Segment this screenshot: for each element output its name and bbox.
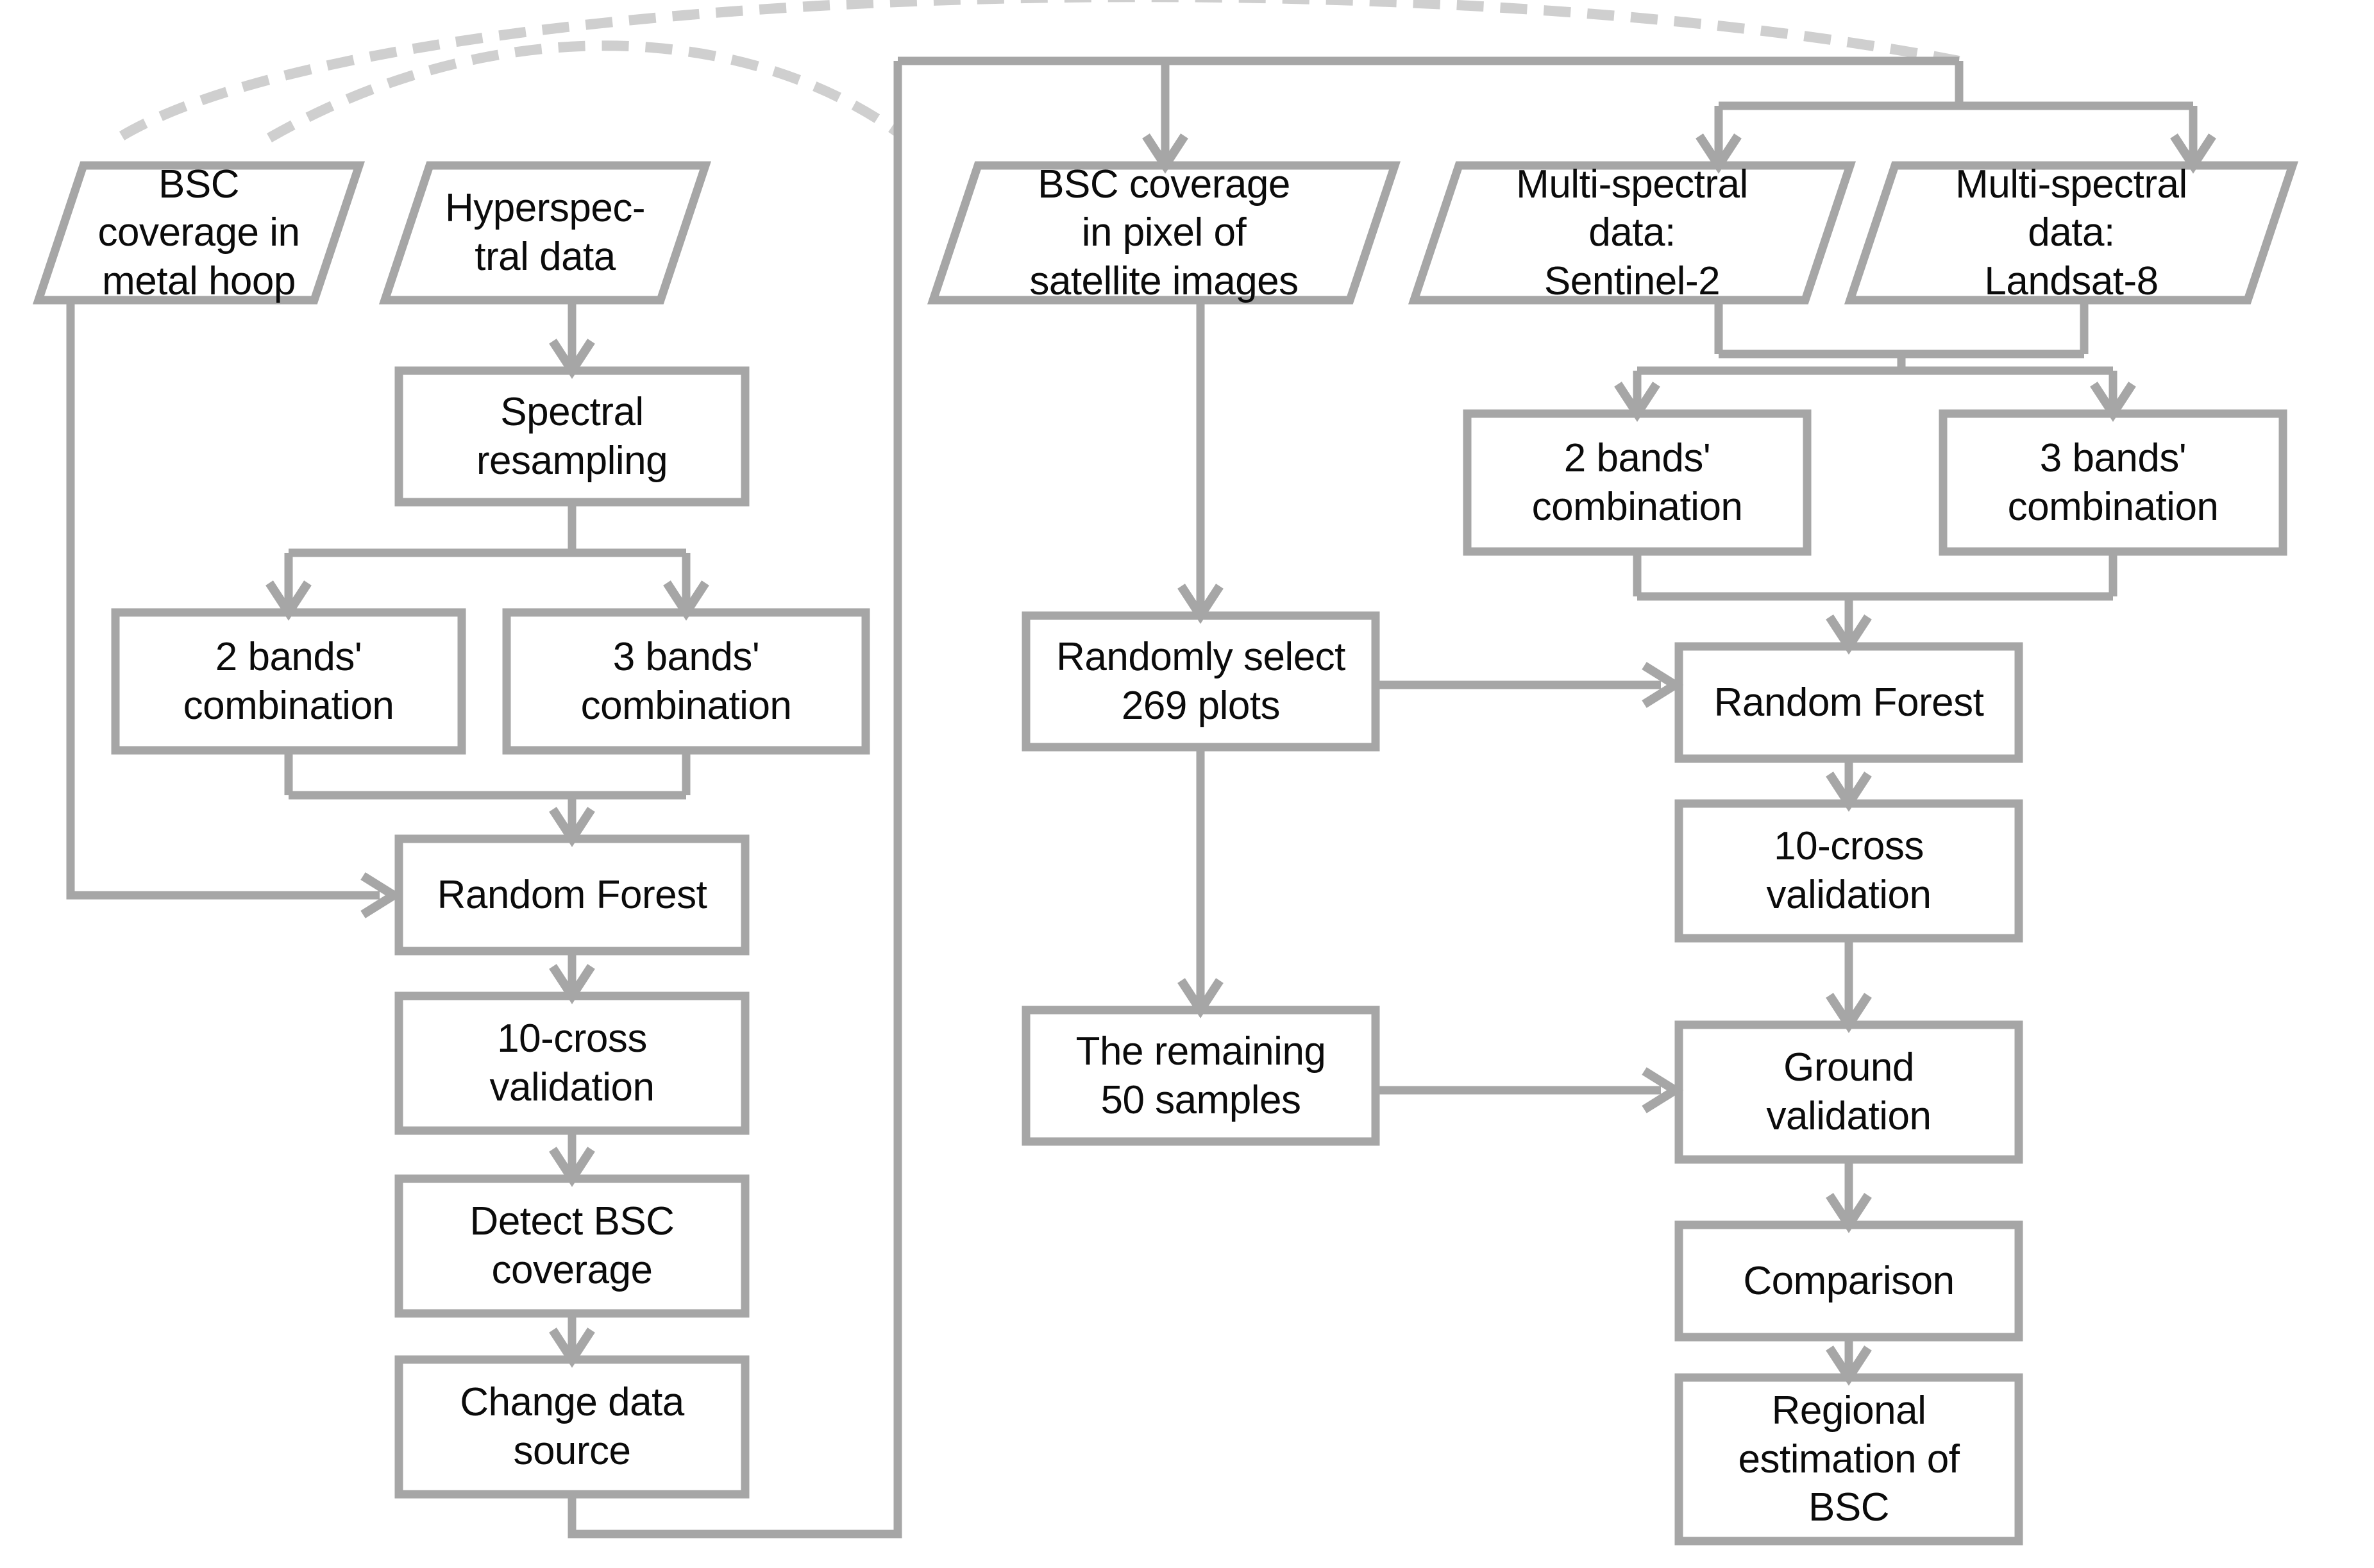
node-three-bands-left xyxy=(502,608,870,755)
node-landsat-8-data xyxy=(1844,161,2299,305)
node-change-data-source xyxy=(394,1355,750,1499)
node-hyperspectral-data xyxy=(378,161,712,305)
node-three-bands-right xyxy=(1939,409,2287,556)
edge-dashed-arc-outer xyxy=(119,0,1960,140)
node-remaining-samples xyxy=(1022,1006,1380,1146)
node-two-bands-right xyxy=(1463,409,1812,556)
node-bsc-metal-hoop xyxy=(32,161,366,305)
node-cross-validation-left xyxy=(394,991,750,1135)
node-random-forest-left xyxy=(394,834,750,956)
flowchart-canvas: BSC coverage in metal hoop Hyperspec- tra… xyxy=(0,0,2374,1568)
node-sentinel-2-data xyxy=(1408,161,1856,305)
node-spectral-resampling xyxy=(394,366,750,507)
node-randomly-select-plots xyxy=(1022,611,1380,752)
node-ground-validation xyxy=(1674,1020,2023,1164)
node-detect-bsc-coverage xyxy=(394,1174,750,1318)
node-random-forest-right xyxy=(1674,642,2023,763)
edge-dashed-arc-inner xyxy=(267,40,900,142)
edge-metal-hoop-to-random-forest xyxy=(66,303,380,900)
node-regional-estimation xyxy=(1674,1373,2023,1546)
flowchart-svg xyxy=(32,0,2299,1546)
node-two-bands-left xyxy=(111,608,466,755)
node-bsc-pixel-satellite xyxy=(927,161,1401,305)
node-comparison xyxy=(1674,1220,2023,1342)
node-cross-validation-right xyxy=(1674,799,2023,943)
